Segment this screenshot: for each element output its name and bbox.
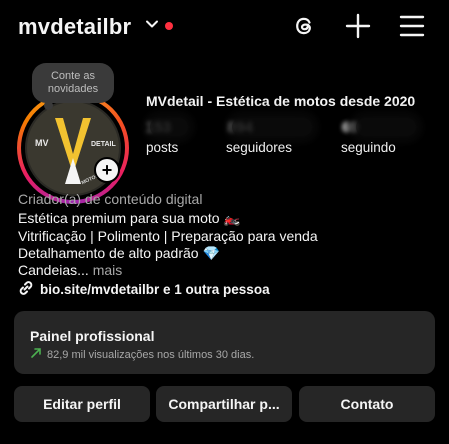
notification-dot xyxy=(165,22,173,30)
posts-label[interactable]: posts xyxy=(146,140,178,155)
bio-link[interactable]: bio.site/mvdetailbr e 1 outra pessoa xyxy=(18,280,270,299)
chevron-down-icon[interactable] xyxy=(145,17,159,36)
profile-display-name: MVdetail - Estética de motos desde 2020 xyxy=(146,93,416,109)
edit-profile-button[interactable]: Editar perfil xyxy=(14,386,150,422)
add-story-button[interactable]: + xyxy=(94,157,120,183)
professional-dashboard-card[interactable]: Painel profissional 82,9 mil visualizaçõ… xyxy=(14,311,435,374)
blur-overlay xyxy=(356,118,416,136)
blur-overlay xyxy=(232,118,312,136)
username[interactable]: mvdetailbr xyxy=(18,14,131,40)
bio-line: Detalhamento de alto padrão 💎 xyxy=(18,245,220,261)
bio-line: Vitrificação | Polimento | Preparação pa… xyxy=(18,228,318,244)
avatar[interactable]: MV DETAIL MOTORCYCLE xyxy=(17,92,129,204)
trending-up-arrow-icon xyxy=(30,347,42,362)
blur-overlay xyxy=(150,118,188,136)
hamburger-menu-icon[interactable] xyxy=(397,11,427,41)
bio-line-with-more: Candeias... mais xyxy=(18,262,122,278)
note-text: Conte as novidades xyxy=(47,70,99,95)
bio-link-text: bio.site/mvdetailbr e 1 outra pessoa xyxy=(40,282,270,297)
contact-button[interactable]: Contato xyxy=(299,386,435,422)
bio-line: Candeias... xyxy=(18,262,89,278)
following-label[interactable]: seguindo xyxy=(341,140,396,155)
share-profile-button[interactable]: Compartilhar p... xyxy=(156,386,292,422)
profile-category: Criador(a) de conteúdo digital xyxy=(18,191,203,207)
dashboard-title: Painel profissional xyxy=(30,328,155,344)
more-link[interactable]: mais xyxy=(93,262,123,278)
note-bubble[interactable]: Conte as novidades xyxy=(32,63,114,103)
threads-icon[interactable] xyxy=(289,11,319,41)
bio-line: Estética premium para sua moto 🏍️ xyxy=(18,210,241,226)
avatar-text-right: DETAIL xyxy=(91,141,116,148)
dashboard-subtitle-row: 82,9 mil visualizações nos últimos 30 di… xyxy=(30,347,254,362)
link-icon xyxy=(18,280,34,299)
dashboard-subtitle: 82,9 mil visualizações nos últimos 30 di… xyxy=(47,348,255,361)
avatar-text-left: MV xyxy=(35,138,49,148)
note-bubble-tail xyxy=(44,101,53,110)
plus-icon[interactable] xyxy=(343,11,373,41)
followers-label[interactable]: seguidores xyxy=(226,140,292,155)
